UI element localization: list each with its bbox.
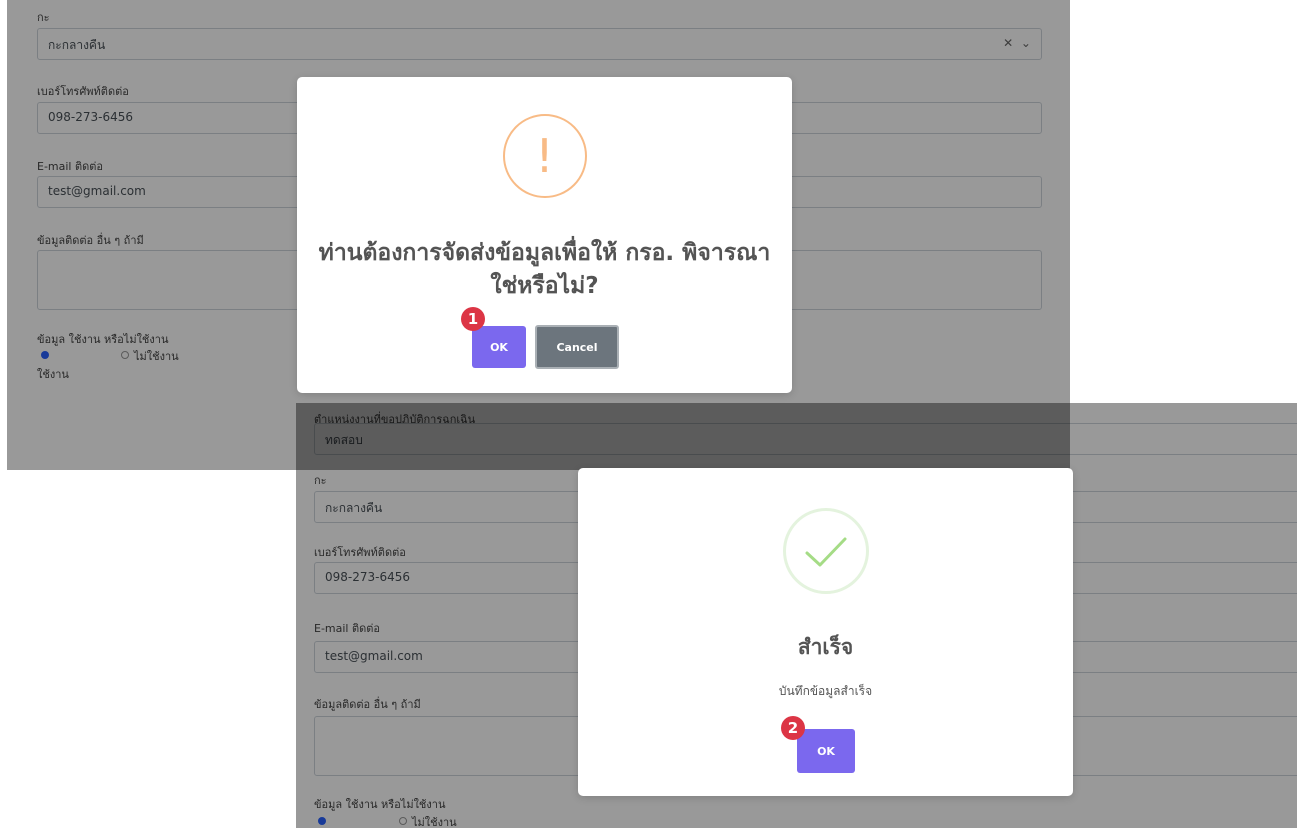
exclamation-icon: ! <box>502 114 587 198</box>
checkmark-icon <box>782 508 869 594</box>
success-ok-button[interactable]: OK <box>797 729 855 773</box>
success-dialog: สำเร็จ บันทึกข้อมูลสำเร็จ OK <box>578 468 1073 796</box>
confirm-cancel-button[interactable]: Cancel <box>535 325 619 369</box>
confirm-dialog: ! ท่านต้องการจัดส่งข้อมูลเพื่อให้ กรอ. พ… <box>297 77 792 393</box>
success-message: บันทึกข้อมูลสำเร็จ <box>778 684 873 698</box>
confirm-ok-button[interactable]: OK <box>472 326 526 368</box>
step-badge-1: 1 <box>461 307 485 331</box>
success-title: สำเร็จ <box>797 635 854 659</box>
confirm-title: ท่านต้องการจัดส่งข้อมูลเพื่อให้ กรอ. พิจ… <box>318 240 771 299</box>
step-badge-2: 2 <box>781 716 805 740</box>
